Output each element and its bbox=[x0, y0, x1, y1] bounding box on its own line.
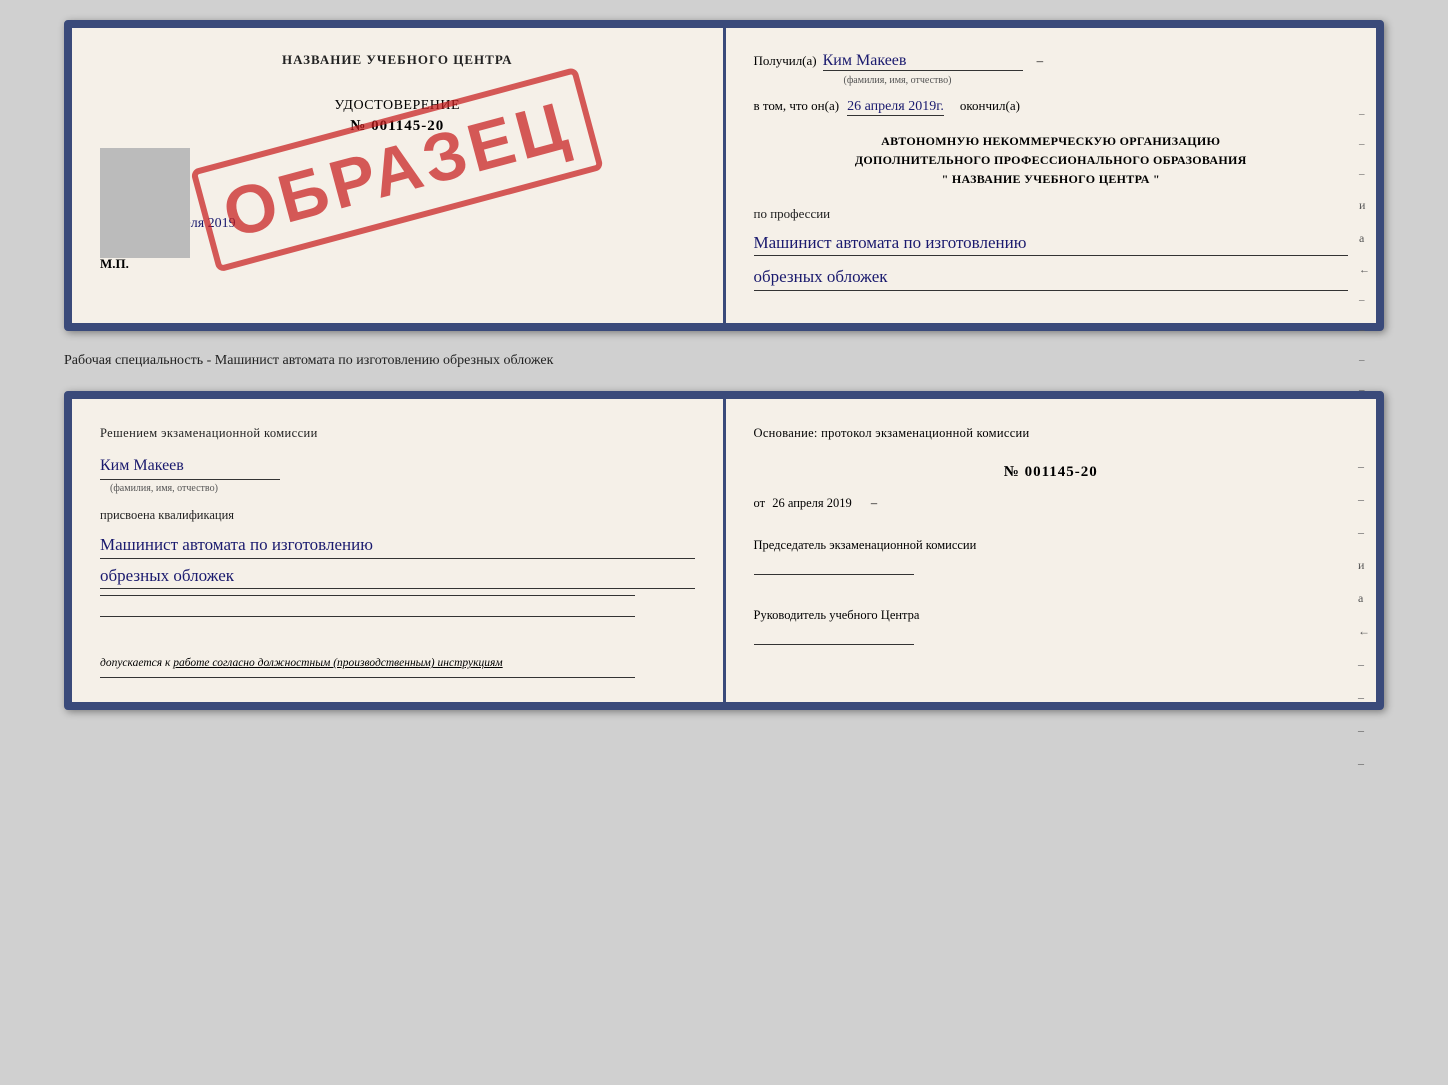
poluchil-label: Получил(а) bbox=[754, 53, 817, 69]
bottom-document: Решением экзаменационной комиссии Ким Ма… bbox=[64, 391, 1384, 711]
profession-line1: Машинист автомата по изготовлению bbox=[754, 230, 1349, 257]
vtom-date: 26 апреля 2019г. bbox=[847, 99, 944, 116]
blank-line-2 bbox=[100, 616, 635, 617]
org-line3: " НАЗВАНИЕ УЧЕБНОГО ЦЕНТРА " bbox=[754, 170, 1349, 189]
udostoverenie-title: УДОСТОВЕРЕНИЕ bbox=[100, 98, 695, 114]
dash-after-date: – bbox=[871, 496, 877, 510]
rukovoditel-signature-line bbox=[754, 629, 914, 645]
blank-line-1 bbox=[100, 595, 635, 596]
dopuskaetsya-prefix: допускается к bbox=[100, 657, 170, 669]
komissia-title: Решением экзаменационной комиссии bbox=[100, 423, 695, 444]
mp-line: М.П. bbox=[100, 256, 695, 272]
photo-placeholder bbox=[100, 148, 190, 258]
predsedatel-label: Председатель экзаменационной комиссии bbox=[754, 535, 1349, 555]
bottom-doc-right: Основание: протокол экзаменационной коми… bbox=[726, 399, 1377, 703]
predsedatel-signature-line bbox=[754, 559, 914, 575]
qualification-line1: Машинист автомата по изготовлению bbox=[100, 532, 695, 559]
qualification-line2: обрезных обложек bbox=[100, 563, 695, 590]
ot-label: от bbox=[754, 496, 766, 510]
rukovoditel-label: Руководитель учебного Центра bbox=[754, 605, 1349, 625]
recipient-name: Ким Макеев bbox=[823, 52, 1023, 71]
vtom-line: в том, что он(а) 26 апреля 2019г. окончи… bbox=[754, 98, 1349, 116]
bottom-fio-sublabel: (фамилия, имя, отчество) bbox=[110, 480, 695, 497]
specialty-label: Рабочая специальность - Машинист автомат… bbox=[64, 349, 1384, 373]
po-professii-label: по профессии bbox=[754, 206, 1349, 222]
dopuskaetsya-block: допускается к работе согласно должностны… bbox=[100, 657, 695, 669]
org-block: АВТОНОМНУЮ НЕКОММЕРЧЕСКУЮ ОРГАНИЗАЦИЮ ДО… bbox=[754, 132, 1349, 190]
protokol-date-value: 26 апреля 2019 bbox=[772, 496, 852, 510]
bottom-recipient-name: Ким Макеев bbox=[100, 452, 280, 480]
center-name-label: НАЗВАНИЕ УЧЕБНОГО ЦЕНТРА bbox=[100, 52, 695, 68]
side-marks-top: – – – и а ← – – – – bbox=[1359, 108, 1370, 396]
udostoverenie-block: УДОСТОВЕРЕНИЕ № 001145-20 bbox=[100, 98, 695, 135]
protokol-number: № 001145-20 bbox=[754, 460, 1349, 486]
fio-sublabel: (фамилия, имя, отчество) bbox=[844, 75, 1349, 86]
dash-after-name: – bbox=[1037, 53, 1044, 69]
org-line2: ДОПОЛНИТЕЛЬНОГО ПРОФЕССИОНАЛЬНОГО ОБРАЗО… bbox=[754, 151, 1349, 170]
vtom-prefix: в том, что он(а) bbox=[754, 98, 840, 114]
protokol-date: от 26 апреля 2019 – bbox=[754, 493, 1349, 514]
osnovanie-title: Основание: протокол экзаменационной коми… bbox=[754, 423, 1349, 444]
prisvoena-label: присвоена квалификация bbox=[100, 505, 695, 526]
rukovoditel-block: Руководитель учебного Центра bbox=[754, 605, 1349, 651]
side-marks-bottom: – – – и а ← – – – – bbox=[1358, 459, 1370, 771]
bottom-doc-left: Решением экзаменационной комиссии Ким Ма… bbox=[72, 399, 726, 703]
udostoverenie-number: № 001145-20 bbox=[100, 118, 695, 135]
predsedatel-block: Председатель экзаменационной комиссии bbox=[754, 535, 1349, 581]
top-doc-right: Получил(а) Ким Макеев – (фамилия, имя, о… bbox=[726, 28, 1377, 323]
org-line1: АВТОНОМНУЮ НЕКОММЕРЧЕСКУЮ ОРГАНИЗАЦИЮ bbox=[754, 132, 1349, 151]
osnovanie-block: Основание: протокол экзаменационной коми… bbox=[754, 423, 1349, 651]
okonchil-label: окончил(а) bbox=[960, 98, 1020, 114]
profession-line2: обрезных обложек bbox=[754, 264, 1349, 291]
poluchil-line: Получил(а) Ким Макеев – bbox=[754, 52, 1349, 71]
dopuskaetsya-text: работе согласно должностным (производств… bbox=[173, 657, 502, 669]
blank-line-bottom bbox=[100, 677, 635, 678]
top-doc-left: НАЗВАНИЕ УЧЕБНОГО ЦЕНТРА ОБРАЗЕЦ УДОСТОВ… bbox=[72, 28, 726, 323]
resheniem-block: Решением экзаменационной комиссии Ким Ма… bbox=[100, 423, 695, 618]
top-document: НАЗВАНИЕ УЧЕБНОГО ЦЕНТРА ОБРАЗЕЦ УДОСТОВ… bbox=[64, 20, 1384, 331]
